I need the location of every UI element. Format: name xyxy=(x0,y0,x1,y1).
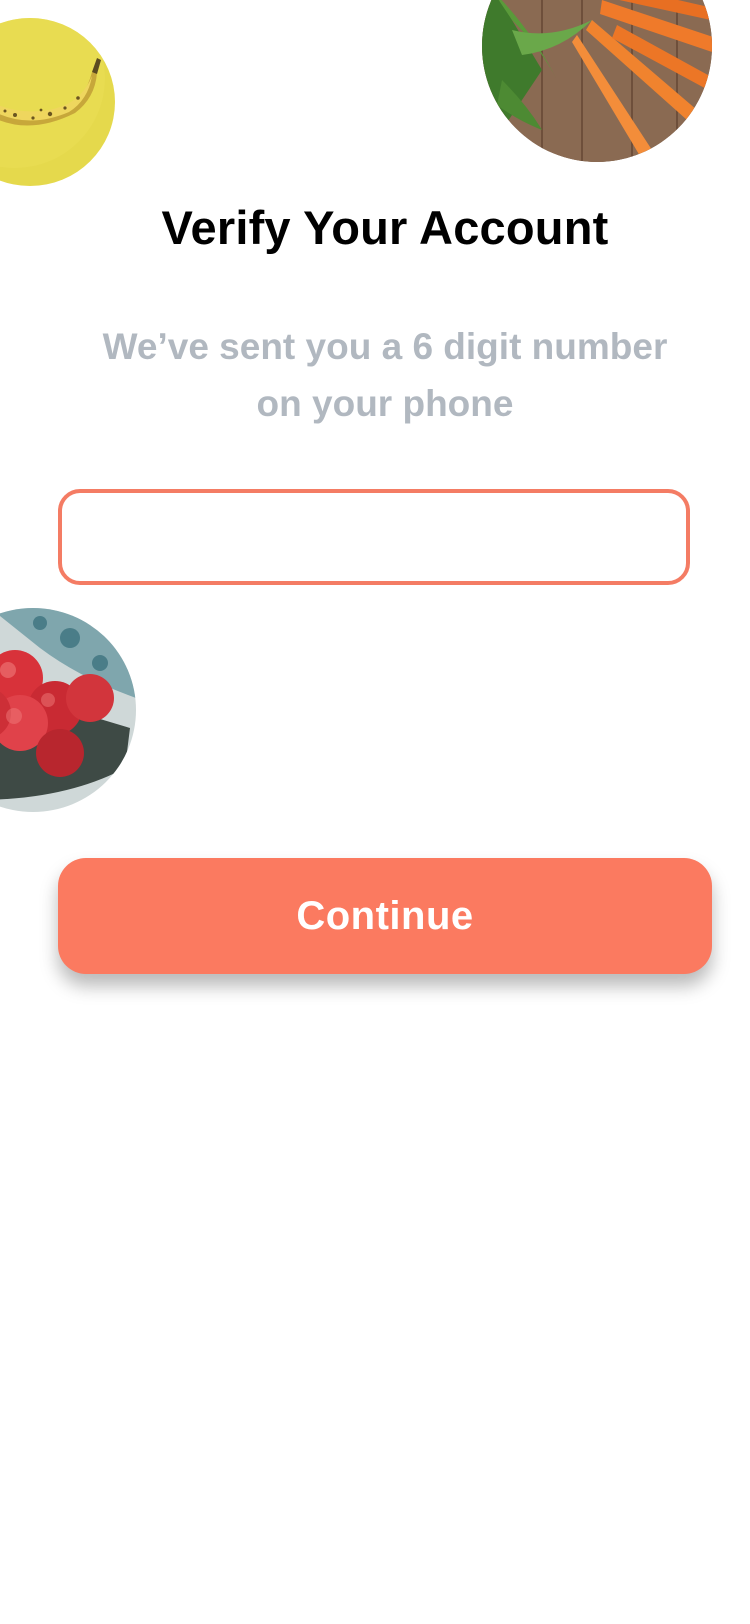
banana-image xyxy=(0,18,115,186)
instruction-text: We’ve sent you a 6 digit number on your … xyxy=(102,326,668,424)
apples-image xyxy=(0,608,136,812)
page-title: Verify Your Account xyxy=(161,201,609,254)
carrots-image xyxy=(482,0,712,162)
continue-button[interactable]: Continue xyxy=(58,858,712,974)
verify-account-screen: Verify Your Account We’ve sent you a 6 d… xyxy=(0,0,750,1624)
verification-code-input[interactable] xyxy=(58,489,690,585)
